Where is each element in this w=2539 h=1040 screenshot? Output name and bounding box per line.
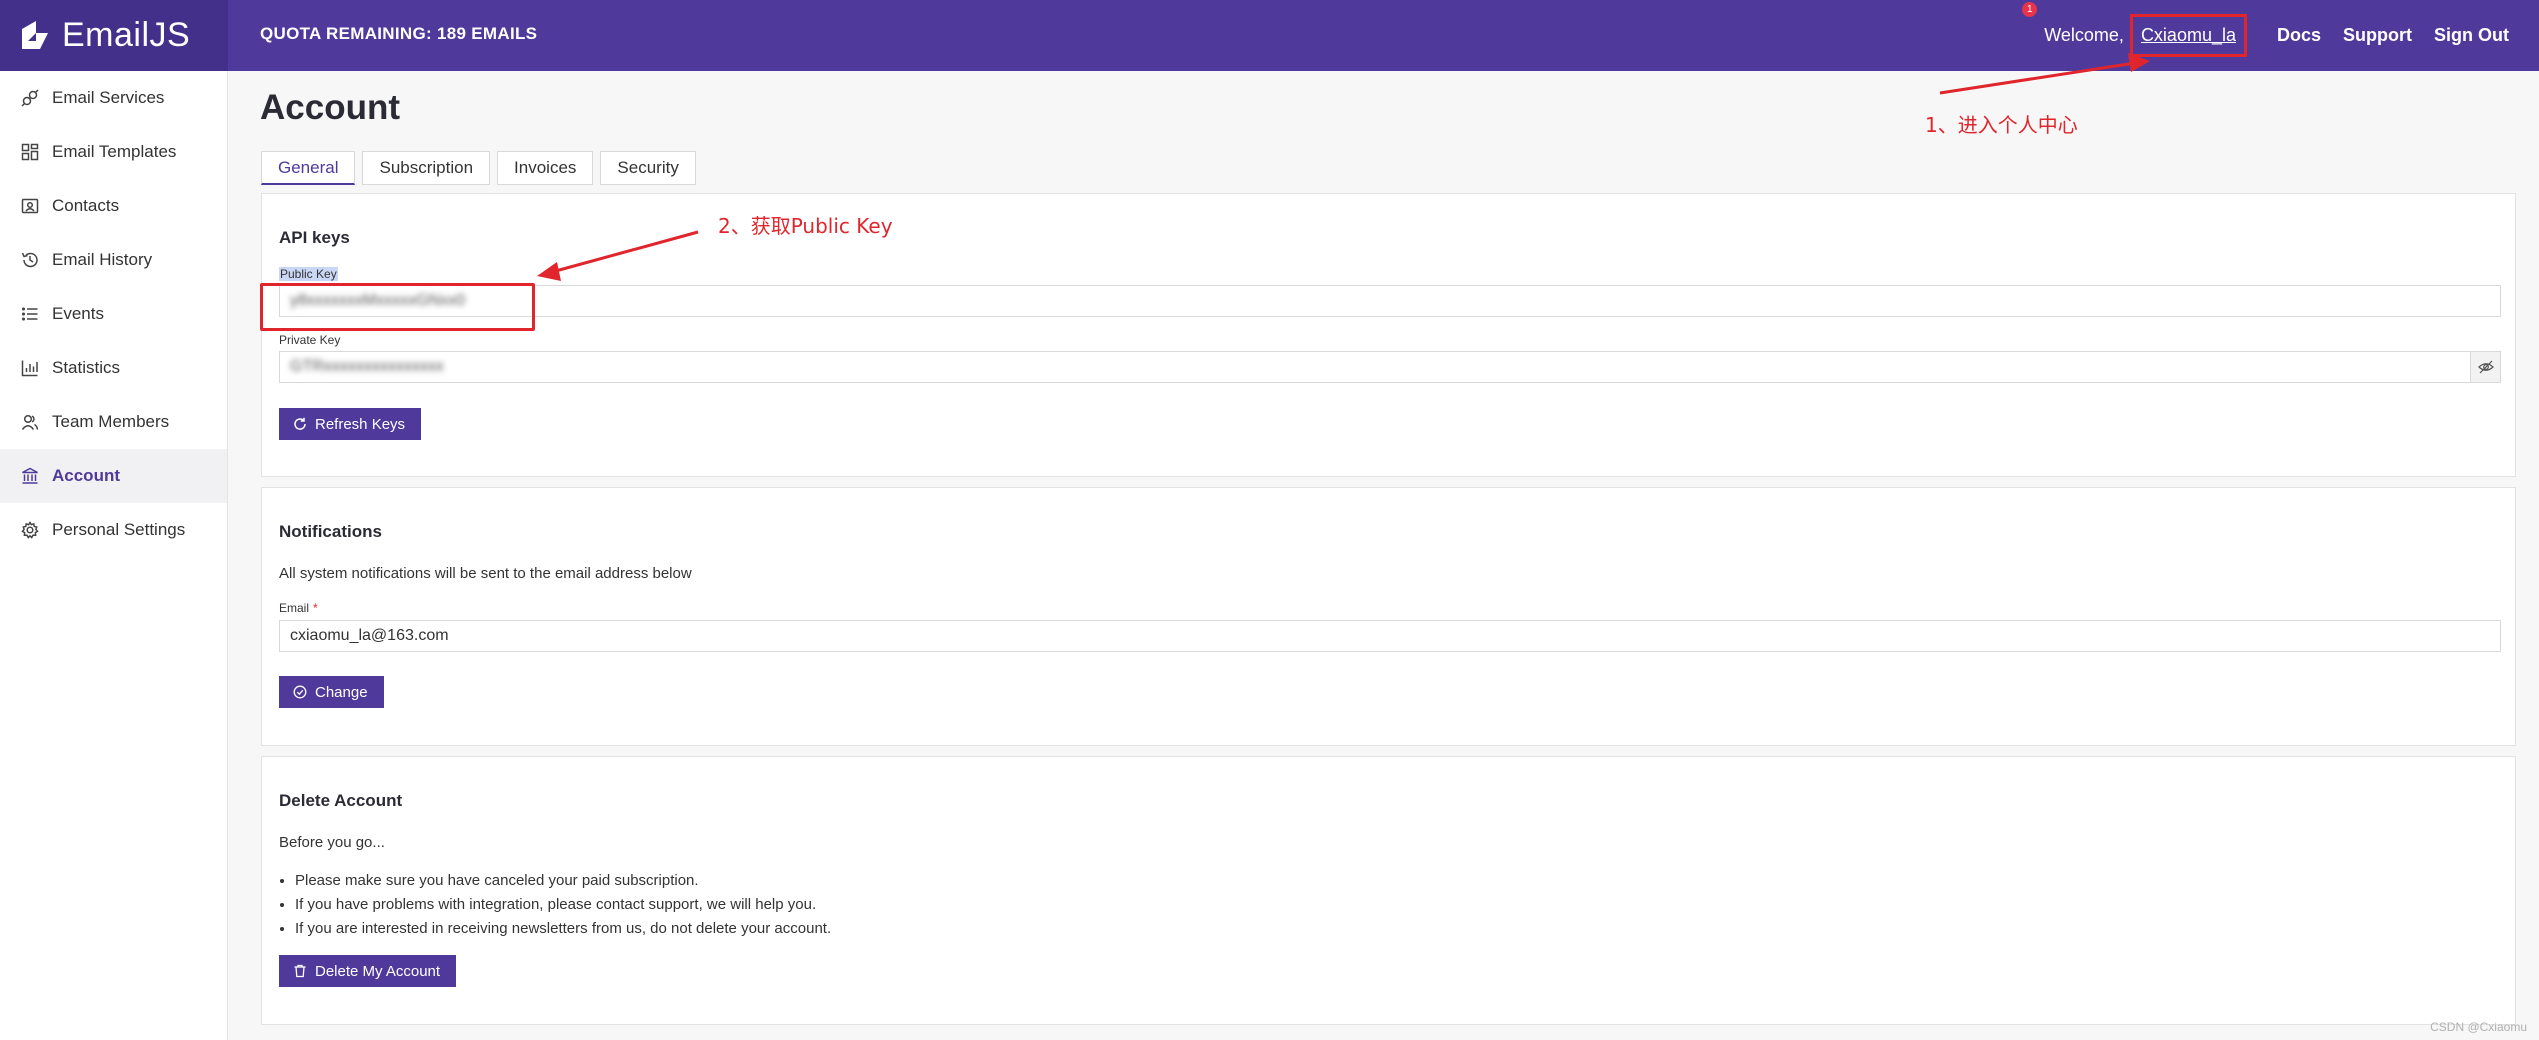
- top-bar: EmailJS QUOTA REMAINING: 189 EMAILS 1 We…: [0, 0, 2539, 71]
- sidebar-item-email-services[interactable]: Email Services: [0, 71, 227, 125]
- api-keys-card: API keys Public Key y8xxxxxxxMxxxxxGNxx0…: [261, 193, 2516, 477]
- list-item: Please make sure you have canceled your …: [295, 869, 831, 893]
- change-label: Change: [315, 683, 368, 701]
- docs-link[interactable]: Docs: [2277, 25, 2321, 46]
- tab-subscription[interactable]: Subscription: [362, 151, 491, 185]
- brand-name: EmailJS: [62, 16, 191, 54]
- list-item: If you have problems with integration, p…: [295, 893, 831, 917]
- sidebar-item-label: Email History: [52, 250, 153, 269]
- sidebar-item-team-members[interactable]: Team Members: [0, 395, 227, 449]
- gear-icon: [20, 520, 40, 540]
- account-tabs: General Subscription Invoices Security: [261, 151, 703, 185]
- sidebar-item-contacts[interactable]: Contacts: [0, 179, 227, 233]
- team-icon: [20, 412, 40, 432]
- trash-icon: [294, 964, 306, 978]
- annotation-step-2: 2、获取Public Key: [718, 214, 893, 238]
- sidebar-item-label: Contacts: [52, 196, 120, 215]
- private-key-label: Private Key: [279, 333, 341, 347]
- sign-out-link[interactable]: Sign Out: [2434, 25, 2509, 46]
- contacts-icon: [20, 196, 40, 216]
- statistics-icon: [20, 358, 40, 378]
- public-key-label: Public Key: [279, 267, 338, 281]
- public-key-field[interactable]: y8xxxxxxxMxxxxxGNxx0: [279, 285, 2501, 317]
- delete-account-card: Delete Account Before you go... Please m…: [261, 756, 2516, 1025]
- quota-remaining: QUOTA REMAINING: 189 EMAILS: [260, 24, 538, 43]
- sidebar-item-label: Account: [52, 466, 120, 485]
- watermark: CSDN @Cxiaomu: [2430, 1020, 2527, 1034]
- delete-account-button[interactable]: Delete My Account: [279, 955, 457, 987]
- sidebar-item-events[interactable]: Events: [0, 287, 227, 341]
- list-item: If you are interested in receiving newsl…: [295, 917, 831, 941]
- history-icon: [20, 250, 40, 270]
- username-link[interactable]: Cxiaomu_la: [2129, 14, 2247, 57]
- brand[interactable]: EmailJS: [0, 0, 228, 71]
- welcome-area: 1 Welcome, Cxiaomu_la: [2022, 2, 2255, 57]
- page-title: Account: [260, 88, 400, 127]
- sidebar-item-label: Personal Settings: [52, 520, 186, 539]
- top-nav: 1 Welcome, Cxiaomu_la Docs Support Sign …: [2022, 0, 2509, 71]
- required-marker: *: [313, 601, 318, 615]
- templates-icon: [20, 142, 40, 162]
- check-circle-icon: [293, 685, 307, 699]
- public-key-highlight-box: [260, 283, 535, 331]
- events-icon: [20, 304, 40, 324]
- sidebar-item-label: Events: [52, 304, 104, 323]
- private-key-field[interactable]: GTRxxxxxxxxxxxxxxx: [279, 351, 2501, 383]
- email-field[interactable]: cxiaomu_la@163.com: [279, 620, 2501, 652]
- sidebar-item-email-history[interactable]: Email History: [0, 233, 227, 287]
- private-key-value: GTRxxxxxxxxxxxxxxx: [290, 358, 444, 375]
- notifications-card: Notifications All system notifications w…: [261, 487, 2516, 746]
- sidebar-item-label: Statistics: [52, 358, 121, 377]
- bank-icon: [20, 466, 40, 486]
- tab-invoices[interactable]: Invoices: [497, 151, 594, 185]
- sidebar-item-personal-settings[interactable]: Personal Settings: [0, 503, 227, 557]
- tab-security[interactable]: Security: [600, 151, 696, 185]
- emailjs-logo-icon: [22, 20, 48, 49]
- notifications-description: All system notifications will be sent to…: [279, 565, 692, 582]
- email-label: Email *: [279, 601, 318, 615]
- notification-badge[interactable]: 1: [2022, 2, 2038, 17]
- tab-general[interactable]: General: [261, 151, 356, 185]
- eye-slash-icon: [2477, 360, 2494, 374]
- annotation-step-1: 1、进入个人中心: [1925, 113, 2078, 137]
- plug-icon: [20, 88, 40, 108]
- email-value: cxiaomu_la@163.com: [290, 627, 449, 644]
- sidebar-item-label: Email Templates: [52, 142, 177, 161]
- refresh-keys-button[interactable]: Refresh Keys: [279, 408, 422, 440]
- email-label-text: Email: [279, 601, 310, 615]
- delete-account-title: Delete Account: [279, 791, 403, 810]
- sidebar-item-label: Email Services: [52, 88, 165, 107]
- refresh-keys-label: Refresh Keys: [315, 415, 406, 433]
- sidebar: Email Services Email Templates Contacts …: [0, 71, 228, 1040]
- notifications-title: Notifications: [279, 522, 382, 541]
- sidebar-item-account[interactable]: Account: [0, 449, 227, 503]
- welcome-text: Welcome,: [2044, 25, 2124, 45]
- refresh-icon: [294, 417, 306, 430]
- sidebar-item-label: Team Members: [52, 412, 170, 431]
- change-button[interactable]: Change: [279, 676, 384, 708]
- api-keys-title: API keys: [279, 228, 350, 247]
- support-link[interactable]: Support: [2343, 25, 2412, 46]
- delete-account-label: Delete My Account: [315, 962, 441, 980]
- sidebar-item-statistics[interactable]: Statistics: [0, 341, 227, 395]
- delete-account-list: Please make sure you have canceled your …: [295, 869, 831, 941]
- toggle-visibility-button[interactable]: [2470, 352, 2500, 382]
- delete-account-intro: Before you go...: [279, 834, 385, 851]
- sidebar-item-email-templates[interactable]: Email Templates: [0, 125, 227, 179]
